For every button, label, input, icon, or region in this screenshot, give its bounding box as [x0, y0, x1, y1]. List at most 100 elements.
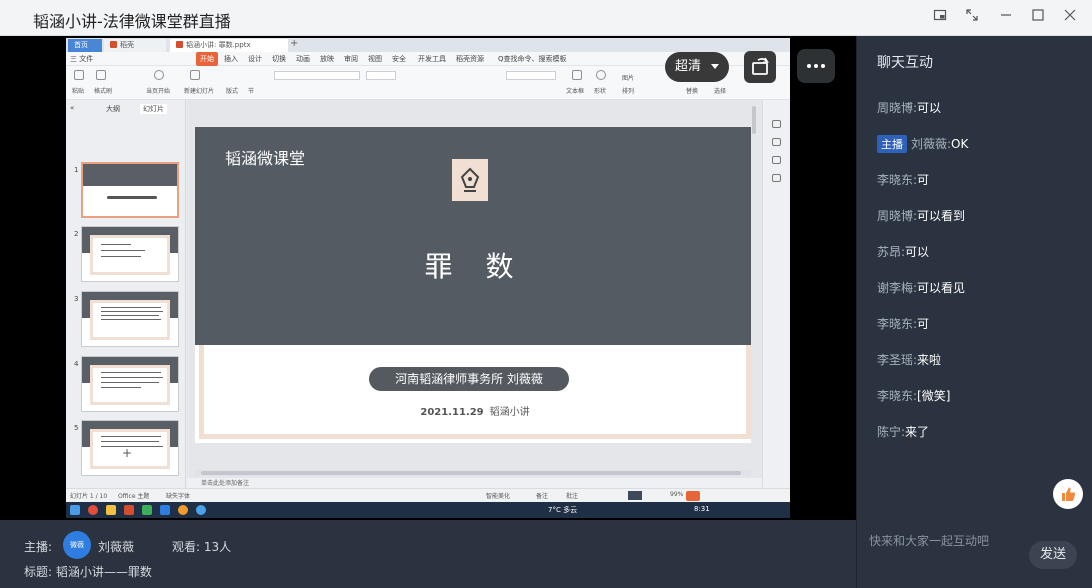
- slideshow-icon: [628, 491, 642, 500]
- expand-icon[interactable]: [962, 8, 982, 28]
- notes-toggle: 备注: [536, 493, 549, 500]
- ribbon-paste: 粘贴: [72, 88, 85, 95]
- ribbon-format-painter: 格式刷: [94, 88, 113, 95]
- ppt-icon: [176, 41, 183, 48]
- chat-message: 主播 刘薇薇:OK: [877, 135, 968, 153]
- slide-editing-area: 韬涵微课堂 罪 数 河南韬涵律师事务所 刘薇薇 2021.11.29 韬涵小讲: [187, 100, 762, 488]
- menu-home: 开始: [196, 52, 218, 66]
- new-tab-icon: +: [290, 38, 299, 49]
- more-dot-icon: [807, 64, 811, 68]
- os-taskbar: 7°C 多云 8:31: [66, 502, 790, 518]
- cut-icon: [96, 70, 106, 80]
- wps-tab-bar: 首页 稻壳 韬涵小讲: 罪数.pptx +: [66, 38, 790, 52]
- live-info-bar: 主播: 微薇 刘薇薇 观看: 13人 标题: 韬涵小讲——罪数: [0, 520, 856, 588]
- thumb-number: 4: [74, 360, 79, 368]
- wps-tab-docer: 稻壳: [104, 39, 166, 52]
- live-video[interactable]: 首页 稻壳 韬涵小讲: 罪数.pptx + 三 文件 开始 插入 设计 切换 动…: [0, 36, 856, 520]
- slide-thumbnail: [81, 226, 179, 282]
- browser-icon: [88, 505, 98, 515]
- weather-text: 7°C 多云: [548, 506, 578, 514]
- chat-message: 苏昂:可以: [877, 245, 930, 259]
- settings-icon: [772, 120, 781, 128]
- menu-animation: 动画: [296, 55, 310, 63]
- chat-title: 聊天互动: [877, 55, 933, 71]
- right-tool-strip: [762, 100, 790, 488]
- menu-design: 设计: [248, 55, 262, 63]
- minimize-icon[interactable]: [996, 8, 1016, 28]
- font-name-box: [274, 71, 360, 80]
- thumbs-up-icon: [1062, 487, 1076, 501]
- host-name: 刘薇薇: [98, 540, 135, 554]
- caret-down-icon: [711, 64, 719, 69]
- pen-nib-icon: [452, 159, 488, 201]
- play-icon: [154, 70, 164, 80]
- vertical-scrollbar: [751, 104, 757, 466]
- wps-tab-home: 首页: [68, 39, 102, 52]
- input-method-icon: [686, 491, 700, 501]
- send-button[interactable]: 发送: [1029, 541, 1077, 569]
- ribbon-arrange: 排列: [622, 88, 635, 95]
- chat-message: 李晓东:可: [877, 173, 930, 187]
- style-box: [506, 71, 556, 80]
- shape-icon: [596, 70, 606, 80]
- add-slide-button: +: [122, 446, 133, 460]
- slide-brand: 韬涵微课堂: [225, 149, 306, 168]
- avatar: 微薇: [63, 531, 91, 559]
- presenter-label: 河南韬涵律师事务所 刘薇薇: [369, 367, 569, 391]
- chat-message: 谢李梅:可以看见: [877, 281, 966, 295]
- more-dot-icon: [814, 64, 818, 68]
- comments-toggle: 批注: [566, 493, 579, 500]
- chat-input[interactable]: [869, 532, 1019, 550]
- menu-slideshow: 放映: [320, 55, 334, 63]
- paste-icon: [74, 70, 84, 80]
- menu-view: 视图: [368, 55, 382, 63]
- slide-date-line: 2021.11.29 韬涵小讲: [420, 407, 530, 418]
- font-size-box: [366, 71, 396, 80]
- more-options-button[interactable]: [797, 49, 835, 83]
- chat-message: 李圣瑶:来啦: [877, 353, 942, 367]
- wps-tab-document: 韬涵小讲: 罪数.pptx: [170, 39, 288, 52]
- menu-review: 审阅: [344, 55, 358, 63]
- new-slide-icon: [190, 70, 200, 80]
- like-button[interactable]: [1053, 479, 1083, 509]
- wps-status-bar: 幻灯片 1 / 10 Office 主题 缺失字体 智能美化 备注 批注 99%: [66, 488, 790, 502]
- menu-search: Q查找命令、搜索模板: [498, 55, 567, 63]
- host-label: 主播:: [24, 540, 53, 554]
- maximize-icon[interactable]: [1028, 8, 1048, 28]
- menu-transition: 切换: [272, 55, 286, 63]
- ribbon-replace: 替换: [686, 88, 699, 95]
- menu-insert: 插入: [224, 55, 238, 63]
- window-title: 韬涵小讲-法律微课堂群直播: [33, 12, 231, 31]
- theme-name: Office 主题: [118, 493, 150, 500]
- menu-file: 三 文件: [70, 55, 94, 63]
- pin-icon: [772, 138, 781, 146]
- zoom-level: 99%: [670, 491, 684, 498]
- app-icon: [178, 505, 188, 515]
- rotate-screen-button[interactable]: [744, 51, 776, 83]
- pip-icon[interactable]: [930, 8, 950, 28]
- host-badge: 主播: [877, 135, 907, 153]
- ribbon-new-slide: 新建幻灯片: [184, 88, 215, 95]
- notes-area: 单击此处添加备注: [187, 478, 762, 488]
- panel-tab-slides: 幻灯片: [140, 104, 167, 114]
- app-icon: [160, 505, 170, 515]
- ribbon-play-current: 当页开始: [146, 88, 171, 95]
- quality-select-button[interactable]: 超清: [665, 52, 729, 82]
- ribbon-shape: 形状: [594, 88, 607, 95]
- smart-beautify: 智能美化: [486, 493, 511, 500]
- thumb-number: 3: [74, 295, 79, 303]
- thumb-number: 1: [74, 166, 79, 174]
- live-subject: 标题: 韬涵小讲——罪数: [24, 565, 152, 579]
- viewer-count: 观看: 13人: [172, 540, 232, 554]
- menu-developer: 开发工具: [418, 55, 446, 63]
- rotate-icon: [752, 57, 769, 75]
- slide-thumbnail: [81, 162, 179, 218]
- folder-icon: [106, 505, 116, 515]
- close-icon[interactable]: [1060, 8, 1080, 28]
- title-bar: 韬涵小讲-法律微课堂群直播: [0, 0, 1092, 36]
- slide-thumbnail-panel: « 大纲 幻灯片 1 2 3 4 5 +: [66, 100, 186, 488]
- wps-icon: [124, 505, 134, 515]
- panel-tabs: « 大纲 幻灯片: [66, 100, 186, 118]
- app-icon: [196, 505, 206, 515]
- slide-thumbnail: [81, 291, 179, 347]
